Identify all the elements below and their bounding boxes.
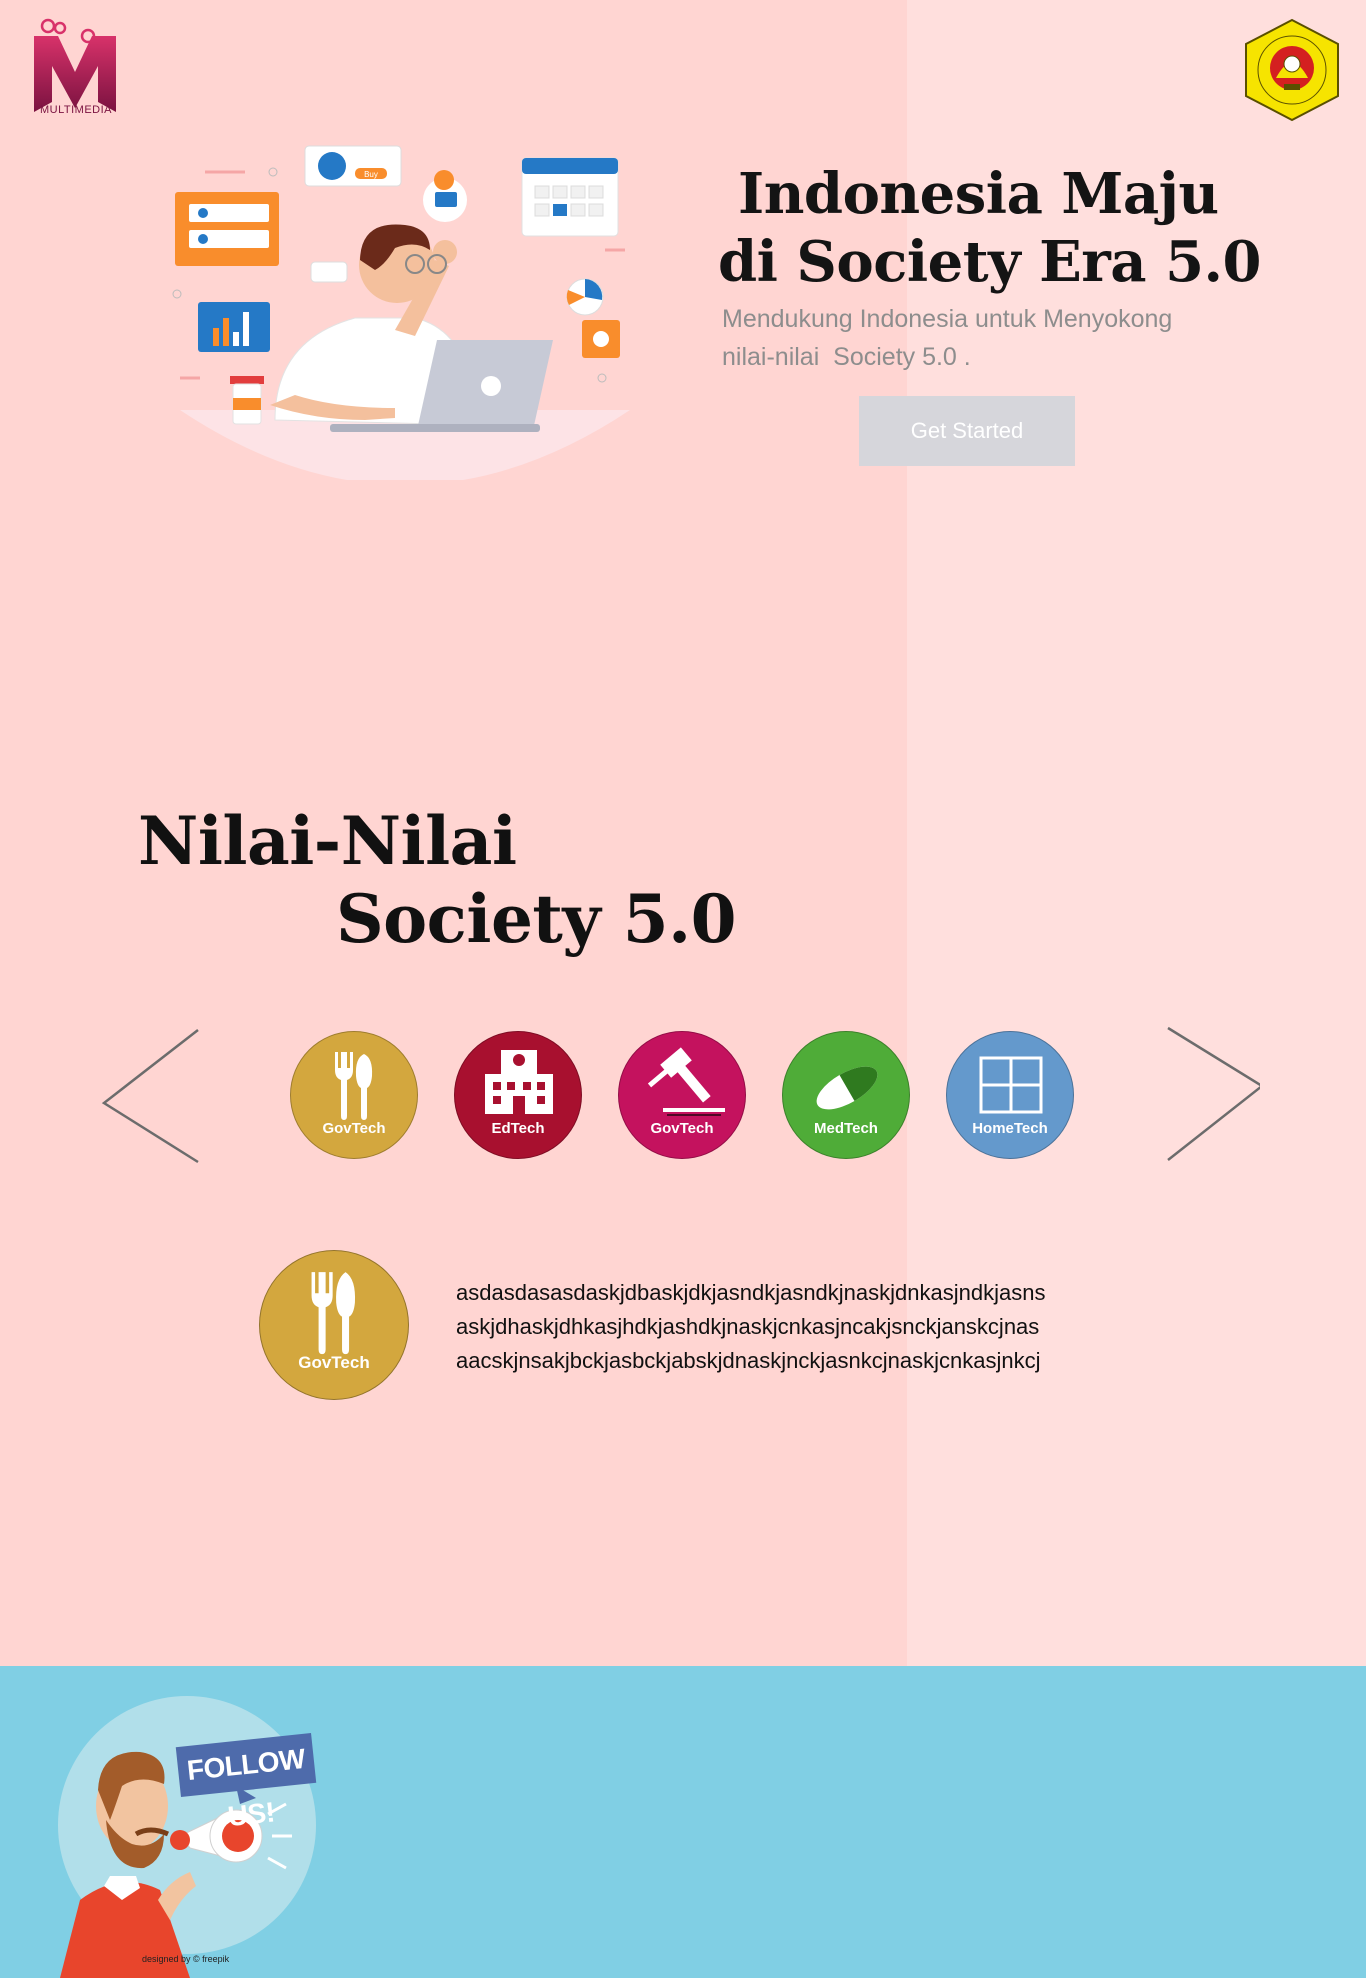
values-section-title-line1: Nilai-Nilai	[138, 802, 517, 880]
carousel-item-medtech[interactable]: MedTech	[782, 1031, 910, 1159]
carousel-item-label: GovTech	[650, 1120, 714, 1137]
svg-text:Buy: Buy	[364, 170, 378, 179]
carousel-item-label: EdTech	[491, 1120, 545, 1137]
pill-icon	[816, 1066, 878, 1110]
values-section-title-line2: Society 5.0	[336, 880, 737, 958]
carousel-item-hometech[interactable]: HomeTech	[946, 1031, 1074, 1159]
hero-subtitle-line2: nilai-nilai Society 5.0 .	[722, 343, 971, 371]
get-started-button[interactable]: Get Started	[859, 396, 1075, 466]
hero-subtitle: Mendukung Indonesia untuk Menyokong nila…	[722, 300, 1282, 376]
carousel-item-govtech-2[interactable]: GovTech	[618, 1031, 746, 1159]
carousel-item-govtech[interactable]: GovTech	[290, 1031, 418, 1159]
utensils-icon	[311, 1272, 356, 1355]
carousel-item-edtech[interactable]: EdTech	[454, 1031, 582, 1159]
gavel-icon	[647, 1047, 725, 1116]
hospital-icon	[485, 1050, 553, 1114]
university-seal-logo[interactable]	[1240, 18, 1344, 122]
selected-value-description: asdasdasasdaskjdbaskjdkjasndkjasndkjnask…	[456, 1276, 1146, 1378]
hero-illustration: Buy	[172, 145, 630, 480]
carousel-next-arrow-icon[interactable]	[1160, 1024, 1260, 1164]
hero-title-line2: di Society Era 5.0	[718, 229, 1262, 295]
hero-subtitle-line1: Mendukung Indonesia untuk Menyokong	[722, 305, 1173, 333]
hero-title-line1: Indonesia Maju	[738, 161, 1219, 227]
description-line: asdasdasasdaskjdbaskjdkjasndkjasndkjnask…	[456, 1280, 1046, 1305]
carousel-prev-arrow-icon[interactable]	[100, 1028, 200, 1168]
carousel-item-label: HomeTech	[972, 1120, 1048, 1137]
description-line: askjdhaskjdhkasjhdkjashdkjnaskjcnkasjnca…	[456, 1314, 1040, 1339]
hero-title: Indonesia Maju di Society Era 5.0	[718, 160, 1318, 296]
selected-value-icon: GovTech	[259, 1250, 409, 1400]
utensils-icon	[335, 1052, 373, 1120]
selected-value-label: GovTech	[298, 1353, 370, 1372]
multimedia-logo-text: MULTIMEDIA	[39, 104, 113, 116]
carousel-item-label: MedTech	[814, 1120, 878, 1137]
carousel-item-label: GovTech	[322, 1120, 386, 1137]
description-line: aacskjnsakjbckjasbckjabskjdnaskjnckjasnk…	[456, 1348, 1041, 1373]
freepik-credit: designed by © freepik	[142, 1954, 230, 1964]
window-icon	[979, 1056, 1043, 1114]
